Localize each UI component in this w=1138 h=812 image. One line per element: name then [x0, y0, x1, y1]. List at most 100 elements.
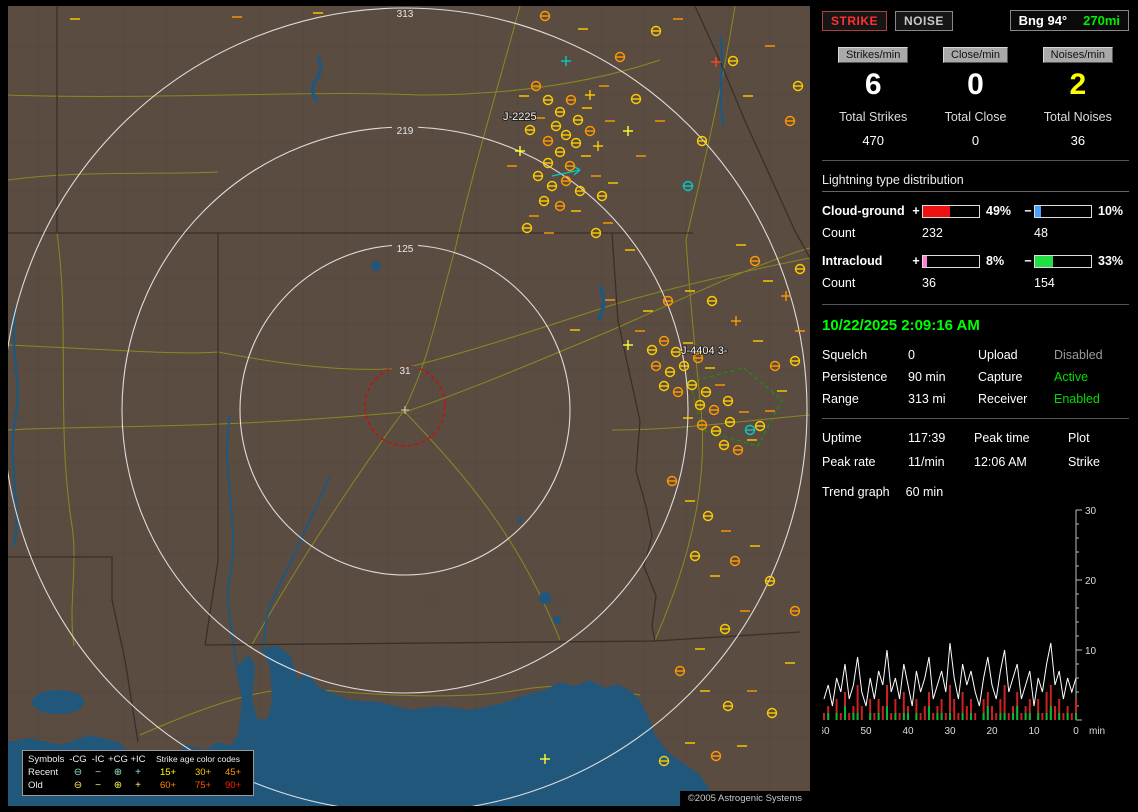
receiver-label: Receiver [978, 392, 1054, 406]
indicator-bar: STRIKE NOISE Bng 94° 270mi [822, 10, 1129, 31]
ic-plus-gauge [922, 255, 980, 268]
neg-ic-recent-icon: − [88, 766, 108, 779]
storm-cell-label: J-2225 [503, 111, 537, 123]
pos-ic-recent-icon: + [128, 766, 148, 779]
trend-graph: 1020306050403020100min [822, 505, 1128, 739]
svg-text:30: 30 [944, 726, 956, 737]
squelch-value: 0 [908, 348, 978, 362]
cg-minus-count: 48 [1034, 226, 1092, 240]
noises-per-min-label: Noises/min [1043, 47, 1113, 63]
svg-text:30: 30 [1085, 506, 1097, 517]
svg-text:20: 20 [986, 726, 998, 737]
ic-minus-count: 154 [1034, 276, 1092, 290]
persistence-label: Persistence [822, 370, 908, 384]
neg-ic-old-icon: − [88, 779, 108, 792]
divider [822, 418, 1129, 419]
intracloud-label: Intracloud [822, 254, 910, 268]
uptime-label: Uptime [822, 431, 908, 445]
age-badge-45: 45+ [218, 766, 248, 779]
intracloud-count-row: Count 36 154 [822, 276, 1129, 290]
trend-graph-header: Trend graph 60 min [822, 485, 1129, 499]
range-value: 270mi [1083, 13, 1120, 28]
cloud-ground-label: Cloud-ground [822, 204, 910, 218]
pos-cg-recent-icon: ⊕ [108, 766, 128, 779]
svg-text:50: 50 [860, 726, 872, 737]
trend-window-value: 60 min [906, 485, 944, 499]
strikes-per-min-label: Strikes/min [838, 47, 908, 63]
legend-symbols-title: Symbols [28, 753, 68, 766]
svg-text:60: 60 [822, 726, 830, 737]
bearing-range-display: Bng 94° 270mi [1010, 10, 1129, 31]
storm-cell-label: J-4404 3- [681, 345, 728, 357]
capture-status: Active [1054, 370, 1129, 384]
svg-text:10: 10 [1085, 646, 1097, 657]
strike-indicator-button[interactable]: STRIKE [822, 11, 887, 31]
divider [822, 160, 1129, 161]
lightning-map[interactable]: 313 219 125 31 J-2225 J-4404 3- Symbols -CG -… [8, 6, 810, 806]
svg-text:20: 20 [1085, 576, 1097, 587]
age-badge-60: 60+ [148, 779, 188, 792]
pos-ic-old-icon: + [128, 779, 148, 792]
noise-indicator-button[interactable]: NOISE [895, 11, 953, 31]
total-strikes-label: Total Strikes [822, 110, 924, 124]
range-ring-label: 31 [399, 366, 411, 377]
legend-old-label: Old [28, 779, 68, 792]
range-label: Range [822, 392, 908, 406]
upload-label: Upload [978, 348, 1054, 362]
age-badge-15: 15+ [148, 766, 188, 779]
age-badge-75: 75+ [188, 779, 218, 792]
legend-recent-label: Recent [28, 766, 68, 779]
total-strikes-value: 470 [822, 133, 924, 148]
upload-status: Disabled [1054, 348, 1129, 362]
range-ring-label: 313 [397, 9, 414, 20]
settings-grid: Squelch 0 Upload Disabled Persistence 90… [822, 348, 1129, 406]
status-panel: STRIKE NOISE Bng 94° 270mi Strikes/min 6… [812, 0, 1138, 812]
total-close-value: 0 [924, 133, 1026, 148]
close-per-min-value: 0 [924, 68, 1026, 102]
bearing-value: Bng 94° [1019, 13, 1068, 28]
neg-cg-recent-icon: ⊖ [68, 766, 88, 779]
cg-plus-gauge [922, 205, 980, 218]
total-close-label: Total Close [924, 110, 1026, 124]
total-noises-label: Total Noises [1027, 110, 1129, 124]
peak-time-label: Peak time [974, 431, 1068, 445]
ic-minus-gauge [1034, 255, 1092, 268]
svg-text:40: 40 [902, 726, 914, 737]
uptime-value: 117:39 [908, 431, 974, 445]
ic-minus-percent: 33% [1092, 254, 1130, 268]
legend-col-neg-cg: -CG [68, 753, 88, 766]
cloud-ground-row: Cloud-ground + 49% − 10% [822, 204, 1129, 218]
range-ring-label: 219 [397, 126, 414, 137]
peak-rate-value: 11/min [908, 455, 974, 469]
ic-plus-count: 36 [922, 276, 980, 290]
range-setting-value: 313 mi [908, 392, 978, 406]
plus-sign: + [910, 204, 922, 218]
strikes-per-min-value: 6 [822, 68, 924, 102]
distribution-title: Lightning type distribution [822, 173, 1129, 192]
neg-cg-old-icon: ⊖ [68, 779, 88, 792]
rate-counters: Strikes/min 6 Close/min 0 Noises/min 2 [822, 47, 1129, 102]
close-per-min-counter: Close/min 0 [924, 47, 1026, 102]
trend-graph-label: Trend graph [822, 485, 890, 499]
cg-minus-percent: 10% [1092, 204, 1130, 218]
plot-mode-value: Strike [1068, 455, 1129, 469]
close-per-min-label: Close/min [943, 47, 1008, 63]
ic-plus-percent: 8% [980, 254, 1022, 268]
noises-per-min-counter: Noises/min 2 [1027, 47, 1129, 102]
map-legend: Symbols -CG -IC +CG +IC Strike age color… [22, 750, 254, 796]
squelch-label: Squelch [822, 348, 908, 362]
noises-per-min-value: 2 [1027, 68, 1129, 102]
totals-row: Total Strikes 470 Total Close 0 Total No… [822, 110, 1129, 148]
minus-sign: − [1022, 254, 1034, 268]
age-badge-90: 90+ [218, 779, 248, 792]
legend-col-neg-ic: -IC [88, 753, 108, 766]
capture-label: Capture [978, 370, 1054, 384]
legend-col-pos-cg: +CG [108, 753, 128, 766]
persistence-value: 90 min [908, 370, 978, 384]
legend-col-pos-ic: +IC [128, 753, 148, 766]
range-ring-label: 125 [397, 244, 414, 255]
minus-sign: − [1022, 204, 1034, 218]
intracloud-row: Intracloud + 8% − 33% [822, 254, 1129, 268]
strikes-per-min-counter: Strikes/min 6 [822, 47, 924, 102]
map-canvas: 313 219 125 31 J-2225 J-4404 3- [8, 6, 810, 806]
